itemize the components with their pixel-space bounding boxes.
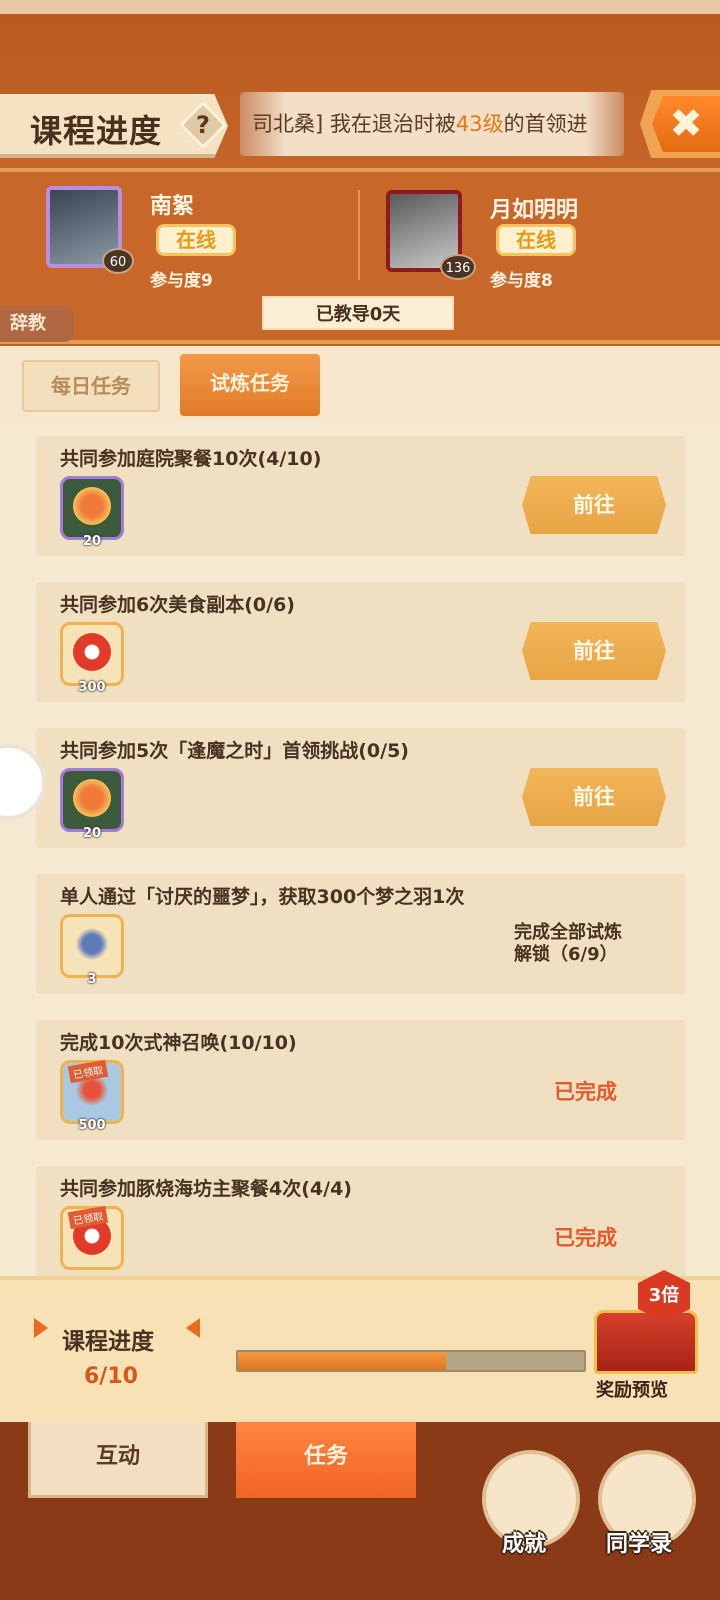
task-title: 单人通过「讨厌的噩梦」，获取300个梦之羽1次: [60, 886, 465, 908]
task-title: 共同参加6次美食副本(0/6): [60, 594, 295, 616]
help-icon[interactable]: ?: [186, 108, 220, 142]
reward-like-icon[interactable]: 已领取: [60, 1059, 124, 1124]
locked-line-1: 完成全部试炼: [514, 922, 622, 943]
classmates-label[interactable]: 同学录: [606, 1526, 672, 1558]
locked-hint: 完成全部试炼 解锁（6/9）: [514, 922, 622, 966]
go-button[interactable]: 前往: [522, 476, 666, 534]
progress-bar: [236, 1350, 586, 1372]
task-title: 共同参加庭院聚餐10次(4/10): [60, 448, 322, 470]
reward-flower-icon[interactable]: [60, 768, 124, 832]
close-icon[interactable]: ✖: [652, 96, 720, 152]
go-button[interactable]: 前往: [522, 768, 666, 826]
reward-count: 300: [78, 680, 106, 695]
announcement-marquee: 司北桑] 我在退治时被43级的首领进: [240, 92, 624, 156]
progress-count: 6/10: [84, 1364, 138, 1389]
completed-status: 已完成: [554, 1226, 617, 1250]
reward-count: 500: [78, 1118, 106, 1133]
task-item: 单人通过「讨厌的噩梦」，获取300个梦之羽1次 3 完成全部试炼 解锁（6/9）: [36, 874, 686, 994]
flower-icon: [73, 487, 111, 525]
player-2-status: 在线: [496, 224, 576, 256]
marquee-prefix: 司北桑] 我在退治时被: [252, 112, 456, 136]
go-button[interactable]: 前往: [522, 622, 666, 680]
page-title: 课程进度: [30, 112, 163, 150]
progress-label: 课程进度: [62, 1329, 154, 1355]
achievements-label[interactable]: 成就: [502, 1526, 546, 1558]
reward-count: 20: [82, 534, 102, 549]
ticket-icon: [73, 633, 111, 671]
flower-icon: [73, 779, 111, 817]
reward-ticket-icon[interactable]: 已领取: [60, 1205, 124, 1270]
player-1-status: 在线: [156, 224, 236, 256]
tab-daily[interactable]: 每日任务: [22, 360, 160, 412]
reward-ticket-icon[interactable]: [60, 622, 124, 686]
tab-trial[interactable]: 试炼任务: [180, 354, 320, 416]
task-list[interactable]: 共同参加庭院聚餐10次(4/10) 20 前往 共同参加6次美食副本(0/6) …: [0, 420, 720, 1276]
player-1-participation: 参与度9: [150, 271, 213, 291]
reward-count: 20: [82, 826, 102, 841]
player-2-level: 136: [440, 254, 476, 280]
reward-feather-icon[interactable]: [60, 914, 124, 978]
player-divider: [358, 190, 360, 280]
resign-button[interactable]: 辞教: [0, 306, 74, 342]
feather-icon: [73, 925, 111, 963]
task-title: 共同参加豚烧海坊主聚餐4次(4/4): [60, 1178, 352, 1200]
reward-flower-icon[interactable]: [60, 476, 124, 540]
reward-preview-label[interactable]: 奖励预览: [596, 1376, 668, 1402]
tab-tasks[interactable]: 任务: [236, 1422, 416, 1498]
task-item: 共同参加6次美食副本(0/6) 300 前往: [36, 582, 686, 702]
marquee-suffix: 的首领进: [503, 112, 588, 136]
days-taught: 已教导0天: [262, 296, 454, 330]
tab-interact[interactable]: 互动: [28, 1422, 208, 1498]
player-2-participation: 参与度8: [490, 271, 553, 291]
top-strip: [0, 0, 720, 14]
task-title: 共同参加5次「逢魔之时」首领挑战(0/5): [60, 740, 409, 762]
completed-status: 已完成: [554, 1080, 617, 1104]
locked-line-2: 解锁（6/9）: [514, 944, 618, 965]
player-1-level: 60: [102, 248, 134, 274]
player-1-name: 南絮: [150, 194, 195, 219]
task-item: 完成10次式神召唤(10/10) 已领取 500 已完成: [36, 1020, 686, 1140]
reward-chest-icon[interactable]: [594, 1310, 698, 1374]
task-item: 共同参加5次「逢魔之时」首领挑战(0/5) 20 前往: [36, 728, 686, 848]
progress-bar-fill: [238, 1352, 446, 1370]
arrow-left-icon: [34, 1318, 48, 1338]
task-title: 完成10次式神召唤(10/10): [60, 1032, 297, 1054]
task-item: 共同参加庭院聚餐10次(4/10) 20 前往: [36, 436, 686, 556]
arrow-right-icon: [186, 1318, 200, 1338]
reward-count: 3: [87, 972, 97, 987]
player-2-name: 月如明明: [490, 198, 579, 223]
task-item: 共同参加豚烧海坊主聚餐4次(4/4) 已领取 已完成: [36, 1166, 686, 1276]
marquee-highlight: 43级: [455, 112, 504, 136]
